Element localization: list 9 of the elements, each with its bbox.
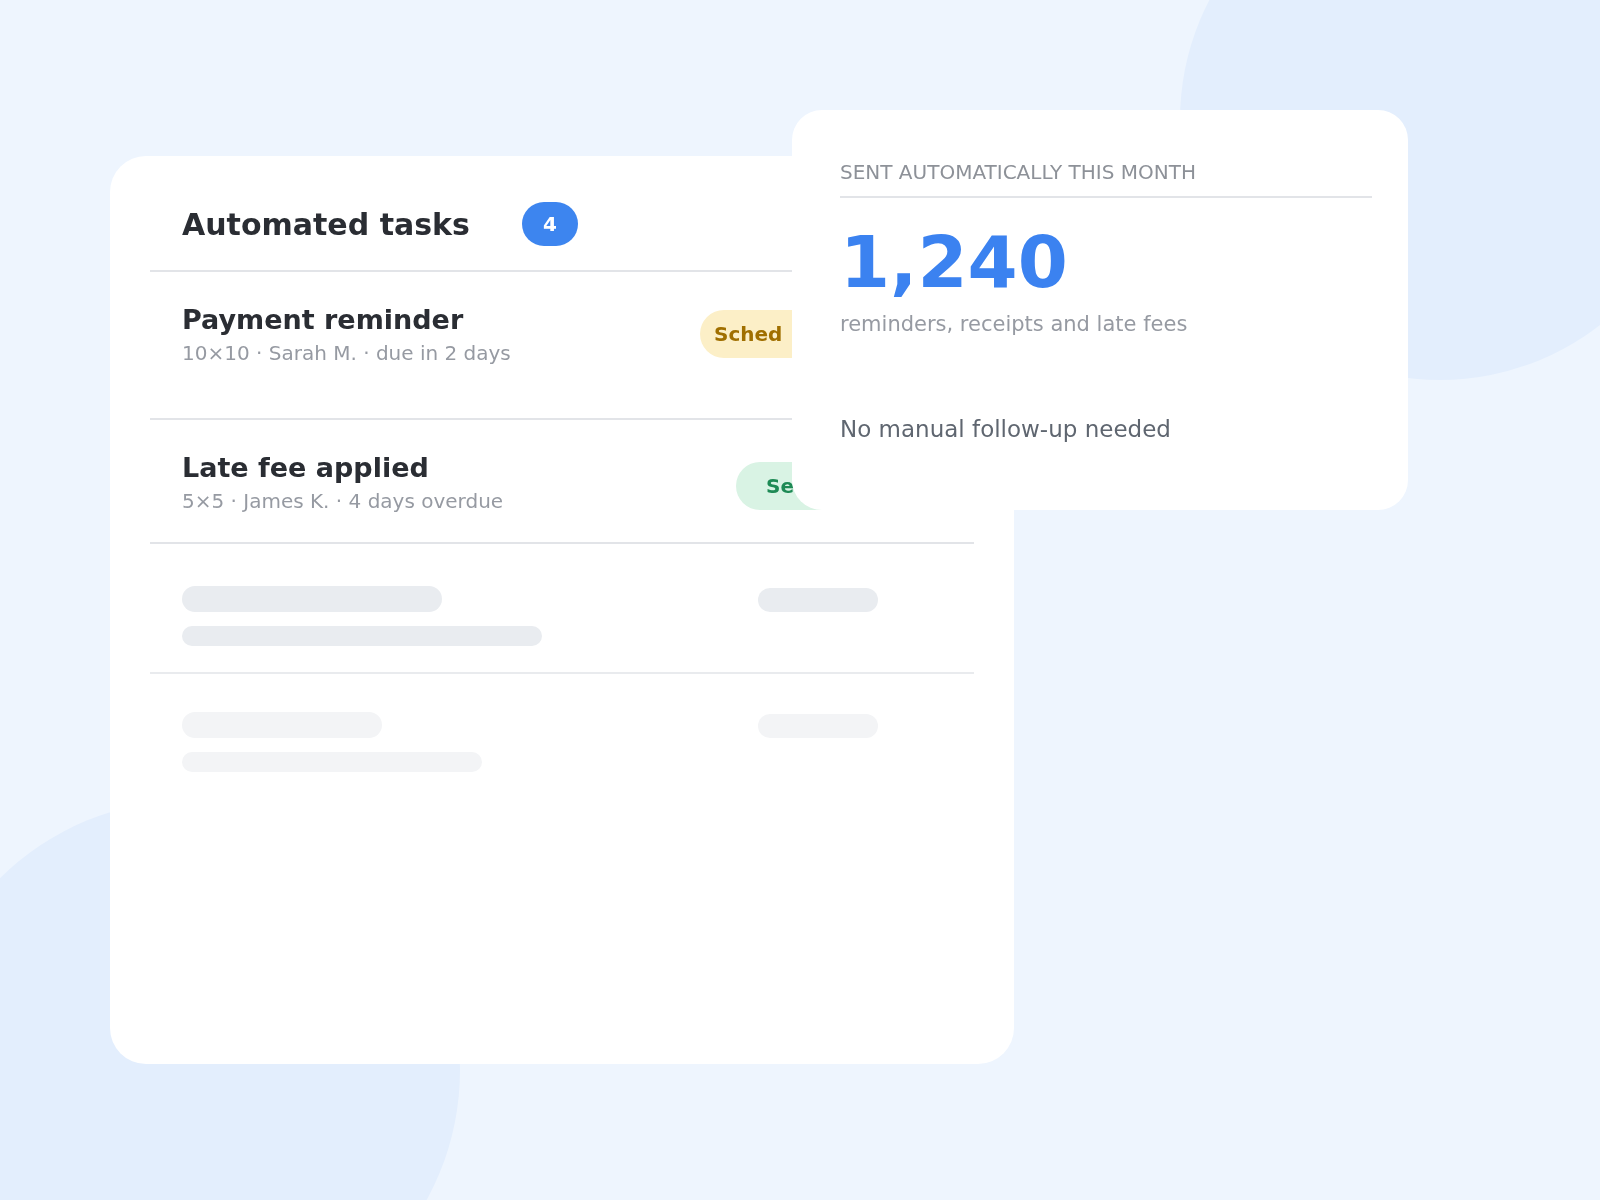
- stats-value: 1,240: [840, 226, 1069, 298]
- task-detail: 5×5 · James K. · 4 days overdue: [182, 489, 505, 513]
- task-detail: 10×10 · Sarah M. · due in 2 days: [182, 341, 512, 365]
- task-title: Payment reminder: [182, 304, 465, 335]
- task-title: Late fee applied: [182, 452, 430, 483]
- stats-note: No manual follow-up needed: [840, 416, 1172, 442]
- stats-heading: SENT AUTOMATICALLY THIS MONTH: [840, 160, 1372, 198]
- count-badge: 4: [521, 202, 578, 246]
- card-title: Automated tasks: [182, 206, 470, 242]
